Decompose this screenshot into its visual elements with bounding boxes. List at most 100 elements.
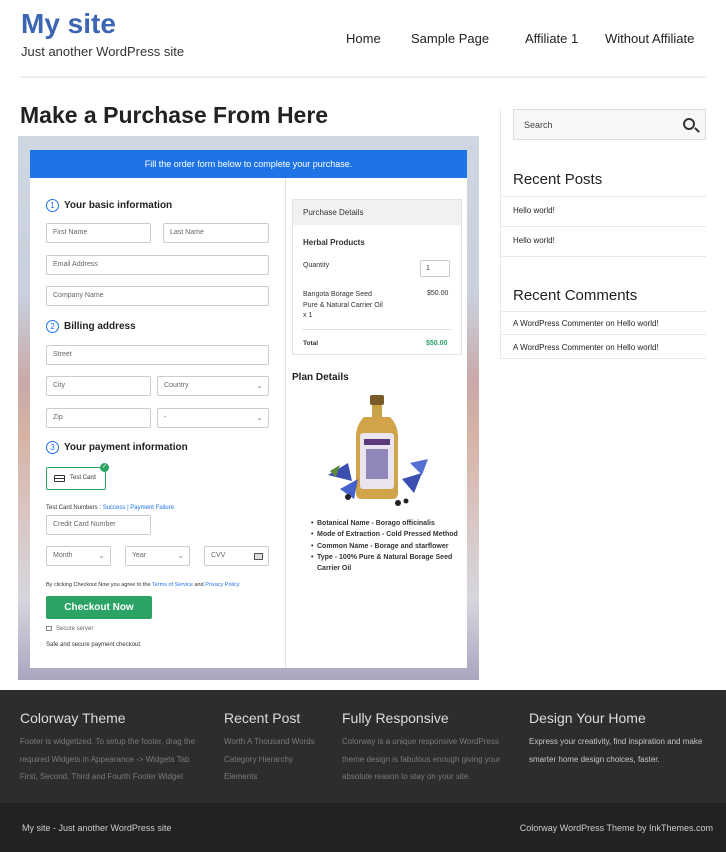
nav-item-without-affiliate[interactable]: Without Affiliate <box>605 31 694 46</box>
last-name-input[interactable]: Last Name <box>163 223 269 243</box>
agree-and: and <box>194 582 204 588</box>
footer-line: Colorway is a unique responsive WordPres… <box>342 737 499 746</box>
theme-credit-link[interactable]: Colorway WordPress Theme by InkThemes.co… <box>520 823 713 833</box>
recent-comments-title: Recent Comments <box>513 287 638 304</box>
comment-on: on <box>605 319 615 328</box>
terms-link[interactable]: Terms of Service <box>152 582 193 588</box>
link-separator: | <box>127 505 129 511</box>
checkout-now-button[interactable]: Checkout Now <box>46 596 152 619</box>
sidebar-border <box>500 109 501 359</box>
divider <box>501 358 706 359</box>
check-icon: ✓ <box>100 463 109 472</box>
secure-server-label: Secure server <box>56 626 94 633</box>
divider <box>501 311 706 312</box>
footer-col2-text: Worth A Thousand Words Category Hierarch… <box>224 733 315 786</box>
plan-bullet: Type - 100% Pure & Natural Borage Seed C… <box>311 552 467 575</box>
plan-bullet: Botanical Name - Borago officinalis <box>311 518 467 530</box>
recent-post-link[interactable]: Hello world! <box>513 236 555 245</box>
test-card-label: Test Card <box>70 475 96 481</box>
search-input[interactable]: Search <box>513 109 706 140</box>
product-image <box>328 395 428 506</box>
footer-line: theme design is fabulous enough giving y… <box>342 754 501 764</box>
agreement-text: By clicking Checkout Now you agree to th… <box>46 582 239 588</box>
cvv-input[interactable]: CVV <box>204 546 269 566</box>
footer-line: Footer is widgetized. To setup the foote… <box>20 737 196 746</box>
step-basic-info: 1 Your basic information <box>46 199 172 212</box>
footer-col3-text: Colorway is a unique responsive WordPres… <box>342 733 500 786</box>
footer-col3-title: Fully Responsive <box>342 710 449 726</box>
step-number: 1 <box>46 199 59 212</box>
month-select[interactable]: Month ⌄ <box>46 546 111 566</box>
year-select[interactable]: Year ⌄ <box>125 546 190 566</box>
plan-bullet: Common Name - Borage and starflower <box>311 541 467 553</box>
state-select[interactable]: - ⌄ <box>157 408 269 428</box>
year-value: Year <box>132 552 147 559</box>
item-price: $50.00 <box>427 290 449 297</box>
footer-bottom-bar: My site - Just another WordPress site Co… <box>0 803 726 852</box>
footer-site-credit: My site - Just another WordPress site <box>22 823 172 833</box>
test-card-option[interactable]: Test Card ✓ <box>46 463 109 490</box>
nav-item-home[interactable]: Home <box>346 31 381 46</box>
purchase-details: Purchase Details Herbal Products Quantit… <box>292 199 462 355</box>
state-value: - <box>164 414 167 421</box>
chevron-down-icon: ⌄ <box>256 413 263 422</box>
divider <box>501 226 706 227</box>
quantity-input[interactable]: 1 <box>420 260 450 277</box>
footer-post-link[interactable]: Elements <box>224 768 315 786</box>
nav-item-affiliate-1[interactable]: Affiliate 1 <box>525 31 578 46</box>
search-icon[interactable] <box>683 118 695 130</box>
page-title: Make a Purchase From Here <box>20 102 329 128</box>
item-description: Bangota Borage Seed Pure & Natural Carri… <box>303 290 383 322</box>
comment-post-link[interactable]: Hello world! <box>617 319 659 328</box>
footer-col4-text: Express your creativity, find inspiratio… <box>529 733 702 768</box>
first-name-input[interactable]: First Name <box>46 223 151 243</box>
site-footer: Colorway Theme Footer is widgetized. To … <box>0 690 726 803</box>
divider <box>501 256 706 257</box>
comment-post-link[interactable]: Hello world! <box>617 343 659 352</box>
safe-checkout-text: Safe and secure payment checkout. <box>46 642 142 648</box>
success-link[interactable]: Success <box>103 505 126 511</box>
comment-author-link[interactable]: A WordPress Commenter <box>513 343 604 352</box>
footer-post-link[interactable]: Category Hierarchy <box>224 751 315 769</box>
chevron-down-icon: ⌄ <box>177 551 184 560</box>
quantity-label: Quantity <box>303 262 330 269</box>
failure-link[interactable]: Payment Failure <box>130 505 174 511</box>
email-input[interactable]: Email Address <box>46 255 269 275</box>
footer-col1-text: Footer is widgetized. To setup the foote… <box>20 733 195 786</box>
recent-post-link[interactable]: Hello world! <box>513 206 555 215</box>
footer-post-link[interactable]: Worth A Thousand Words <box>224 733 315 751</box>
column-divider <box>285 178 286 668</box>
country-value: Country <box>164 382 189 389</box>
plan-details-title: Plan Details <box>292 372 349 383</box>
privacy-link[interactable]: Privacy Policy <box>205 582 239 588</box>
item-subtitle: Pure & Natural Carrier Oil <box>303 301 383 309</box>
step-label: Your basic information <box>64 200 173 211</box>
chevron-down-icon: ⌄ <box>256 381 263 390</box>
nav-item-sample-page[interactable]: Sample Page <box>411 31 489 46</box>
comment-author-link[interactable]: A WordPress Commenter <box>513 319 604 328</box>
form-banner: Fill the order form below to complete yo… <box>30 150 467 178</box>
total-value: $50.00 <box>426 340 448 347</box>
card-icon <box>254 553 263 560</box>
footer-line: absolute reason to stay on your site. <box>342 772 471 781</box>
footer-col4-title: Design Your Home <box>529 710 646 726</box>
main-nav: Home Sample Page Affiliate 1 Without Aff… <box>0 31 726 51</box>
city-input[interactable]: City <box>46 376 151 396</box>
divider <box>302 329 452 330</box>
footer-col1-title: Colorway Theme <box>20 710 126 726</box>
step-payment-info: 3 Your payment information <box>46 441 188 454</box>
card-number-input[interactable]: Credit Card Number <box>46 515 151 535</box>
plan-bullet: Mode of Extraction - Cold Pressed Method <box>311 529 467 541</box>
step-label: Billing address <box>64 321 136 332</box>
order-form: Fill the order form below to complete yo… <box>30 150 467 668</box>
recent-posts-title: Recent Posts <box>513 171 603 188</box>
recent-comment: A WordPress Commenter on Hello world! <box>513 343 659 352</box>
country-select[interactable]: Country ⌄ <box>157 376 269 396</box>
company-input[interactable]: Company Name <box>46 286 269 306</box>
zip-input[interactable]: Zip <box>46 408 151 428</box>
footer-col2-title: Recent Post <box>224 710 301 726</box>
item-qty: x 1 <box>303 312 313 319</box>
step-billing-address: 2 Billing address <box>46 320 136 333</box>
test-card-numbers: Test Card Numbers : Success | Payment Fa… <box>46 505 174 511</box>
street-input[interactable]: Street <box>46 345 269 365</box>
